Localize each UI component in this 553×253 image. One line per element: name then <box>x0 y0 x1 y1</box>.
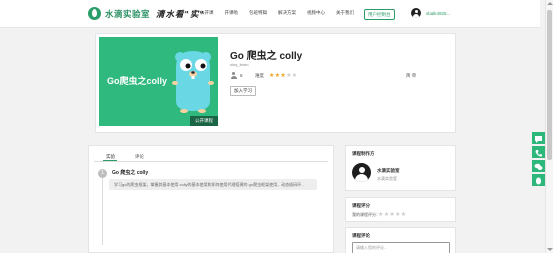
nav-item-videos[interactable]: 视频中心 <box>307 10 325 16</box>
rating-label: 我的课程评分： <box>352 212 380 217</box>
nav-item-solutions[interactable]: 解决方案 <box>278 10 296 16</box>
cover-tag: 公开课程 <box>190 116 218 126</box>
phone-icon[interactable] <box>532 146 545 158</box>
rating-card: 课程评分 我的课程评分： ★★★★★ <box>345 197 456 222</box>
author-avatar[interactable] <box>352 163 371 182</box>
nav-item-public[interactable]: 公开课 <box>200 10 214 16</box>
top-header: 水滴实验室 清水看"实" 公开课 开课啦 包班特辑 解决方案 视频中心 关于我们… <box>0 0 540 28</box>
people-icon <box>230 72 237 79</box>
logo-text: 水滴实验室 <box>105 8 151 19</box>
nav-item-about[interactable]: 关于我们 <box>336 10 354 16</box>
cover-title: Go爬虫之colly <box>107 76 168 86</box>
slogan: 清水看"实" <box>156 9 205 20</box>
lab-title[interactable]: Go 爬虫之 colly <box>112 169 148 176</box>
comment-section-title: 课程评论 <box>352 233 370 238</box>
author-org: 水滴实验室 <box>377 176 397 181</box>
comment-card: 课程评论 请输入您的评论... <box>345 227 456 253</box>
course-card: Go爬虫之colly 公开课程 Go 爬虫之 colly sinq_learn … <box>95 33 456 133</box>
user-icon[interactable] <box>411 8 421 18</box>
content-tabs: 实验 评论 <box>94 153 328 162</box>
lab-number-badge: 1 <box>98 169 107 178</box>
site-logo[interactable]: 水滴实验室 清水看"实" <box>88 7 205 20</box>
difficulty-level-text: 简 单 <box>406 73 417 78</box>
wechat-icon[interactable] <box>532 160 545 172</box>
nav-item-special[interactable]: 包班特辑 <box>249 10 267 16</box>
rating-section-title: 课程评分 <box>352 203 370 208</box>
rating-stars[interactable]: ★★★★★ <box>378 211 406 218</box>
active-tab-indicator <box>103 160 117 161</box>
qq-icon[interactable] <box>532 174 545 186</box>
star-icon[interactable]: ★ <box>401 212 407 218</box>
lab-description: 学习go的爬虫框架，掌握其基本使用 colly的基本使用和如何使用代理搭建的 g… <box>109 179 317 190</box>
author-card: 课程制作方 水滴实验室 水滴实验室 <box>345 145 456 191</box>
course-meta: 8 难度 ★★★★★ 简 单 <box>230 72 430 82</box>
logo-drop-icon <box>88 7 101 20</box>
course-cover: Go爬虫之colly 公开课程 <box>99 37 218 126</box>
lab-content-card: 实验 评论 1 Go 爬虫之 colly 学习go的爬虫框架，掌握其基本使用 c… <box>88 145 334 253</box>
scroll-down-icon[interactable] <box>547 248 553 251</box>
timeline-line <box>102 175 103 245</box>
gopher-mascot <box>172 51 214 113</box>
course-author[interactable]: sinq_learn <box>230 62 248 67</box>
user-console-button[interactable]: 用户控制台 <box>364 9 395 20</box>
scrollbar-thumb[interactable] <box>547 10 552 160</box>
star-icon: ★ <box>291 72 298 79</box>
join-course-button[interactable]: 加入学习 <box>230 86 256 96</box>
page-scrollbar[interactable] <box>545 0 553 253</box>
learner-count: 8 <box>240 73 243 78</box>
scroll-up-icon[interactable] <box>547 2 553 5</box>
comment-input[interactable]: 请输入您的评论... <box>352 242 450 253</box>
nav-item-courses[interactable]: 开课啦 <box>225 10 239 16</box>
course-title: Go 爬虫之 colly <box>230 51 303 62</box>
username[interactable]: sbalk4925... <box>426 11 450 16</box>
tab-comments[interactable]: 评论 <box>135 154 144 160</box>
difficulty-label: 难度 <box>255 73 264 78</box>
author-section-title: 课程制作方 <box>352 151 375 156</box>
chat-icon[interactable] <box>532 132 545 144</box>
main-nav: 公开课 开课啦 包班特辑 解决方案 视频中心 关于我们 <box>200 10 365 16</box>
difficulty-stars: ★★★★★ <box>269 72 297 79</box>
author-name[interactable]: 水滴实验室 <box>377 168 400 174</box>
